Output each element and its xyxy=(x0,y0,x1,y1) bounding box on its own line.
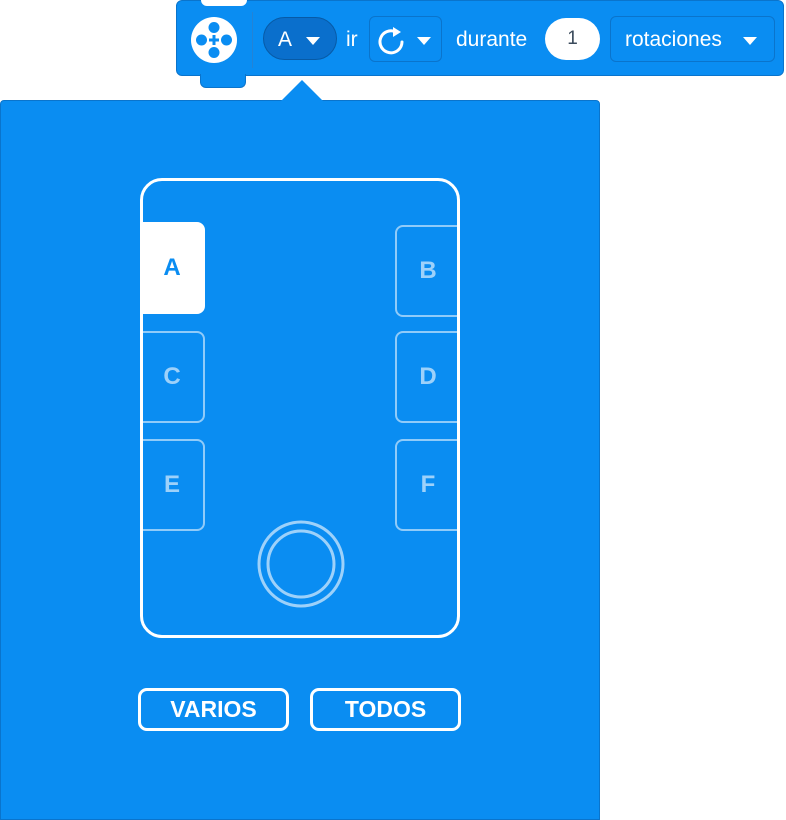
chevron-down-icon xyxy=(306,37,320,45)
clockwise-arrow-icon xyxy=(378,27,404,55)
chevron-down-icon xyxy=(417,37,431,45)
port-dropdown-value: A xyxy=(278,28,293,51)
port-button-c[interactable]: C xyxy=(143,331,205,423)
direction-dropdown[interactable] xyxy=(369,16,442,62)
motor-icon xyxy=(191,17,237,63)
block-top-notch xyxy=(201,0,247,6)
port-button-b[interactable]: B xyxy=(395,225,457,317)
amount-input[interactable]: 1 xyxy=(545,18,600,60)
all-ports-button[interactable]: TODOS xyxy=(310,688,461,731)
word-block-editor: A ir durante 1 rotaciones A B C D E F VA… xyxy=(0,0,786,820)
port-button-a[interactable]: A xyxy=(143,222,205,314)
port-dropdown[interactable]: A xyxy=(263,17,337,60)
unit-dropdown[interactable]: rotaciones xyxy=(610,16,775,62)
popup-pointer xyxy=(281,80,323,101)
port-button-e[interactable]: E xyxy=(143,439,205,531)
block-bottom-notch xyxy=(200,74,246,88)
block-separator xyxy=(252,12,253,68)
port-button-f[interactable]: F xyxy=(395,439,457,531)
hub-center-button-icon xyxy=(257,520,345,608)
unit-dropdown-value: rotaciones xyxy=(625,28,722,51)
hub-diagram: A B C D E F xyxy=(140,178,460,638)
multiple-ports-button[interactable]: VARIOS xyxy=(138,688,289,731)
for-label: durante xyxy=(456,28,528,51)
chevron-down-icon xyxy=(743,37,757,45)
go-label: ir xyxy=(346,28,358,51)
port-button-d[interactable]: D xyxy=(395,331,457,423)
